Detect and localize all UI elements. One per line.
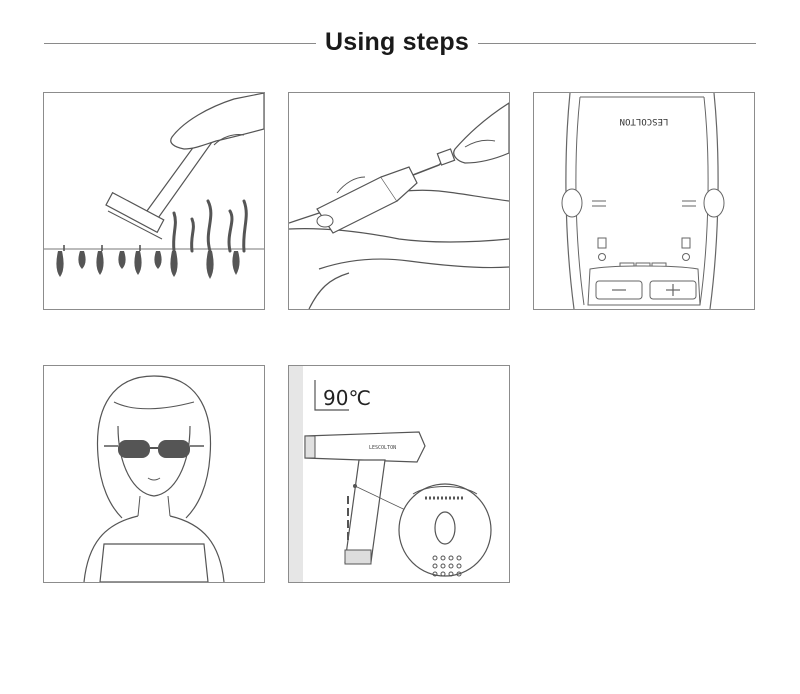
angle-label: 90℃ <box>323 386 371 410</box>
handle-base <box>344 549 372 565</box>
power-icon <box>681 237 691 249</box>
towel-wrap <box>99 543 209 582</box>
long-hairs <box>172 199 248 253</box>
plug-connector <box>436 148 456 166</box>
goggle-right-lens <box>158 440 190 458</box>
step-shave-hair-panel <box>43 92 265 310</box>
face-outline <box>117 425 191 497</box>
forearm-bottom <box>289 228 509 243</box>
hand-outline <box>170 93 264 150</box>
hair-roots <box>56 251 240 279</box>
device-head <box>304 431 426 463</box>
device-handle <box>344 459 386 563</box>
connect-illustration <box>289 102 509 309</box>
device-top-view: LESCOLTON <box>561 93 725 309</box>
right-side-button <box>703 188 725 218</box>
skin-surface <box>289 366 303 582</box>
goggle-left-lens <box>118 440 150 458</box>
heading-divider-left <box>44 43 316 44</box>
step-connect-device-panel <box>288 92 510 310</box>
angle-illustration: LESCOLTON <box>289 366 492 582</box>
fringe <box>113 401 195 410</box>
arm-edge <box>308 272 350 309</box>
heading-divider-right <box>478 43 756 44</box>
right-indicator-light <box>682 253 690 261</box>
neck <box>137 495 171 517</box>
shaving-illustration <box>44 93 264 279</box>
handle-vents <box>347 496 349 540</box>
mode-icon <box>597 237 607 249</box>
side-markers <box>592 200 696 207</box>
device-brand-text: LESCOLTON <box>620 116 669 126</box>
device-window <box>304 435 316 459</box>
hair-stubble <box>63 245 141 251</box>
left-side-button <box>561 188 583 218</box>
hand-holding-plug <box>453 102 509 164</box>
left-indicator-light <box>598 253 606 261</box>
device-brand-text: LESCOLTON <box>369 445 396 451</box>
step-wear-goggles-panel <box>43 365 265 583</box>
goggles-illustration <box>83 375 225 582</box>
device-cap <box>316 214 334 228</box>
page-title: Using steps <box>325 28 469 56</box>
second-arm <box>318 258 509 270</box>
trigger-button <box>434 511 456 545</box>
mouth <box>147 477 161 481</box>
step-hold-90-panel: LESCOLTON 90℃ <box>288 365 510 583</box>
step-device-controls-panel: LESCOLTON <box>533 92 755 310</box>
section-heading: Using steps <box>0 24 800 60</box>
